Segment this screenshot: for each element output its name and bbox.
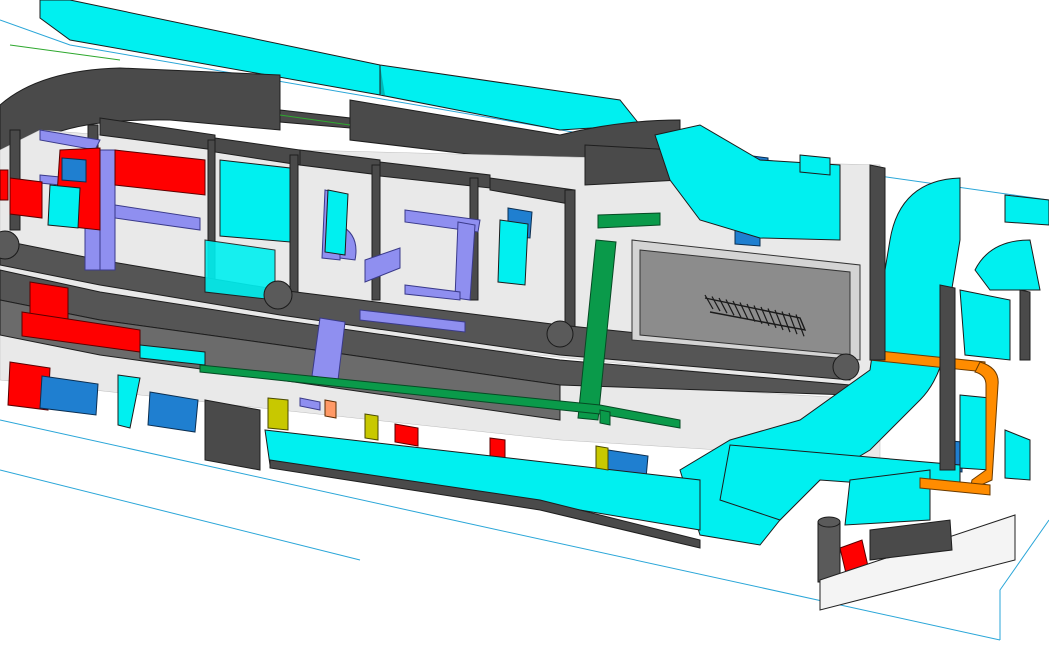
building-services-3d-view xyxy=(0,0,1049,641)
bim-model-viewport[interactable] xyxy=(0,0,1049,653)
